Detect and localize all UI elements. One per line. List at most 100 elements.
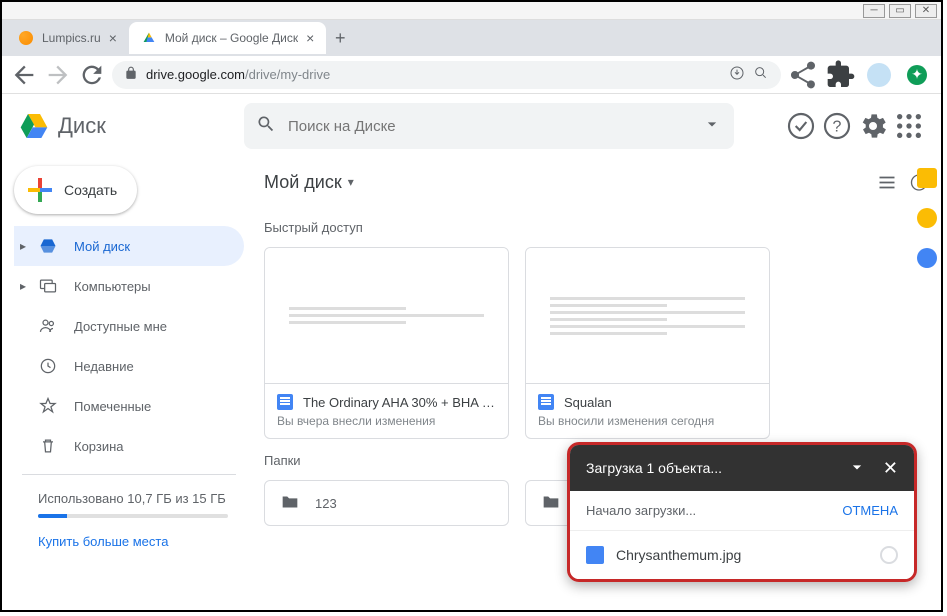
my-drive-icon [38,236,58,256]
address-bar[interactable]: drive.google.com/drive/my-drive [112,61,781,89]
search-options-icon[interactable] [702,114,722,139]
settings-icon[interactable] [857,110,889,142]
back-button[interactable] [10,61,38,89]
nav-label: Мой диск [74,239,130,254]
sidebar-item-trash[interactable]: Корзина [14,426,244,466]
sidebar-item-my-drive[interactable]: ▸ Мой диск [14,226,244,266]
drive-favicon [141,30,157,46]
profile-avatar[interactable] [863,59,895,91]
upload-spinner-icon [880,546,898,564]
file-title: The Ordinary AHA 30% + BHA 2% Pe... [303,395,496,410]
close-tab-icon[interactable]: × [109,30,117,46]
window-minimize-button[interactable]: ─ [863,4,885,18]
browser-toolbar: drive.google.com/drive/my-drive ✦ [2,56,941,94]
new-tab-button[interactable]: + [326,24,354,52]
file-preview [265,248,508,383]
computers-icon [38,276,58,296]
url-text: drive.google.com/drive/my-drive [146,67,721,82]
breadcrumb[interactable]: Мой диск ▾ [264,172,354,193]
lock-icon [124,66,138,83]
storage-bar [38,514,228,518]
divider [22,474,236,475]
sidebar-item-recent[interactable]: Недавние [14,346,244,386]
calendar-sidepanel-icon[interactable] [917,168,937,188]
search-icon [256,114,276,139]
storage-info: Использовано 10,7 ГБ из 15 ГБ Купить бол… [14,491,252,549]
drive-app-header: Диск ? [2,94,941,158]
folder-card[interactable]: 123 [264,480,509,526]
browser-tabstrip: Lumpics.ru × Мой диск – Google Диск × + [2,20,941,56]
folder-name: 123 [315,496,337,511]
collapse-panel-icon[interactable] [847,457,867,480]
page-share-icon[interactable] [787,59,819,91]
close-tab-icon[interactable]: × [306,30,314,46]
nav-label: Компьютеры [74,279,151,294]
svg-text:?: ? [833,118,842,135]
lumpics-favicon [18,30,34,46]
file-subtitle: Вы вчера внесли изменения [277,414,496,428]
drive-logo[interactable]: Диск [18,110,236,142]
list-view-icon[interactable] [877,170,897,195]
upload-progress-panel: Загрузка 1 объекта... ✕ Начало загрузки.… [567,442,917,582]
content-header: Мой диск ▾ [264,158,929,206]
sidebar-item-shared[interactable]: Доступные мне [14,306,244,346]
google-docs-icon [538,394,554,410]
forward-button[interactable] [44,61,72,89]
nav-label: Доступные мне [74,319,167,334]
browser-tab-active[interactable]: Мой диск – Google Диск × [129,22,326,54]
tab-title: Мой диск – Google Диск [165,31,298,45]
drive-logo-icon [18,110,50,142]
upload-panel-title: Загрузка 1 объекта... [586,460,722,476]
upload-status-text: Начало загрузки... [586,503,696,518]
extensions-icon[interactable] [825,59,857,91]
quick-access-label: Быстрый доступ [264,220,929,235]
side-panel [915,160,939,276]
zoom-icon[interactable] [753,65,769,84]
window-close-button[interactable]: ✕ [915,4,937,18]
search-input[interactable] [288,118,690,135]
ready-offline-icon[interactable] [785,110,817,142]
apps-grid-icon[interactable] [893,110,925,142]
search-bar[interactable] [244,103,734,149]
buy-storage-link[interactable]: Купить больше места [38,534,228,549]
chevron-down-icon: ▾ [348,175,354,189]
folder-icon [540,491,562,516]
support-icon[interactable]: ? [821,110,853,142]
recent-icon [38,356,58,376]
star-icon [38,396,58,416]
tasks-sidepanel-icon[interactable] [917,248,937,268]
file-subtitle: Вы вносили изменения сегодня [538,414,757,428]
sidebar-item-starred[interactable]: Помеченные [14,386,244,426]
drive-logo-text: Диск [58,113,106,139]
keep-sidepanel-icon[interactable] [917,208,937,228]
upload-status-row: Начало загрузки... ОТМЕНА [570,491,914,531]
close-panel-icon[interactable]: ✕ [883,458,898,479]
upload-file-row: Chrysanthemum.jpg [570,531,914,579]
chevron-right-icon: ▸ [20,239,26,253]
adguard-icon[interactable]: ✦ [901,59,933,91]
file-card[interactable]: Squalan Вы вносили изменения сегодня [525,247,770,439]
sidebar-item-computers[interactable]: ▸ Компьютеры [14,266,244,306]
nav-label: Недавние [74,359,134,374]
file-card[interactable]: The Ordinary AHA 30% + BHA 2% Pe... Вы в… [264,247,509,439]
sidebar: Создать ▸ Мой диск ▸ Компьютеры Доступны… [2,158,252,610]
chevron-right-icon: ▸ [20,279,26,293]
browser-tab[interactable]: Lumpics.ru × [6,22,129,54]
nav-label: Корзина [74,439,124,454]
create-button[interactable]: Создать [14,166,137,214]
file-preview [526,248,769,383]
cancel-upload-button[interactable]: ОТМЕНА [842,503,898,518]
shared-icon [38,316,58,336]
reload-button[interactable] [78,61,106,89]
install-app-icon[interactable] [729,65,745,84]
nav-label: Помеченные [74,399,151,414]
upload-file-name: Chrysanthemum.jpg [616,547,741,563]
trash-icon [38,436,58,456]
file-title: Squalan [564,395,612,410]
image-file-icon [586,546,604,564]
folder-icon [279,491,301,516]
window-maximize-button[interactable]: ▭ [889,4,911,18]
tab-title: Lumpics.ru [42,31,101,45]
window-titlebar: ─ ▭ ✕ [2,2,941,20]
plus-icon [28,178,52,202]
